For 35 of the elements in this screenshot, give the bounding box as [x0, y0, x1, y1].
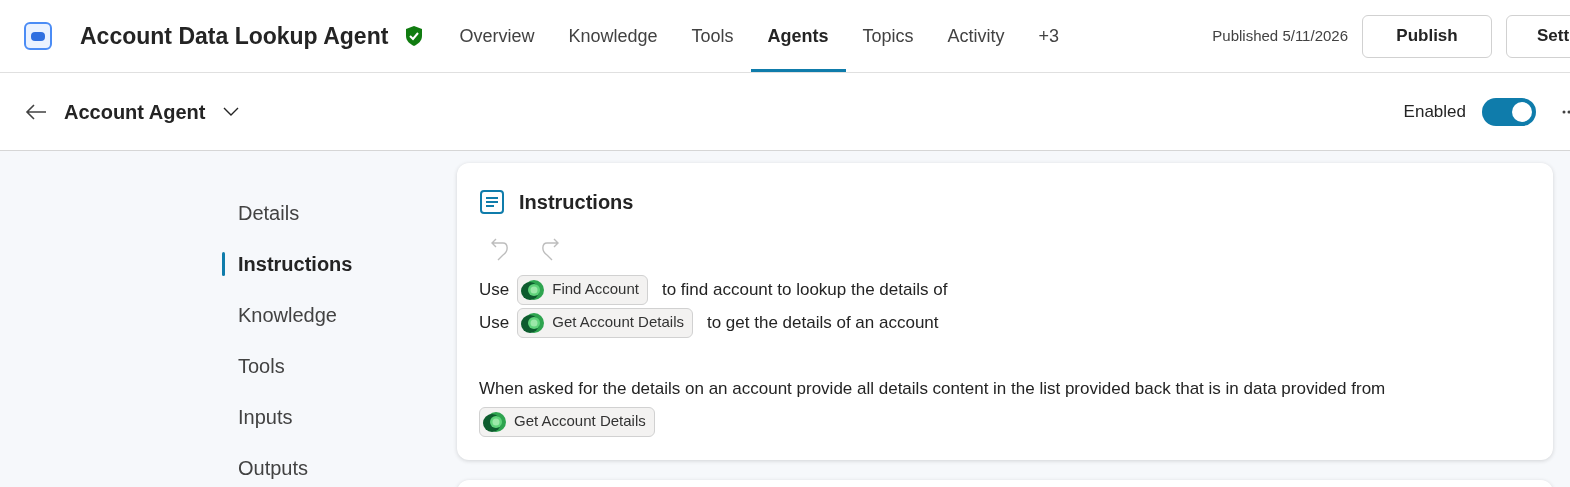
nav-tab[interactable]: Tools: [674, 0, 751, 72]
agent-title: Account Data Lookup Agent: [80, 21, 389, 51]
side-nav-item[interactable]: Knowledge: [238, 300, 337, 330]
side-nav-item[interactable]: Outputs: [238, 453, 309, 483]
app-logo-icon: [24, 22, 52, 50]
agent-name: Account Agent: [64, 99, 206, 125]
header-button[interactable]: Publish: [1362, 14, 1492, 58]
card-title: Instructions: [519, 190, 634, 215]
instruction-text: When asked for the details on an account provide all details content in the list provided back that is in data provided from: [479, 377, 1386, 400]
instruction-text: to find account to lookup the details of: [661, 278, 948, 301]
nav-tab[interactable]: Agents: [750, 0, 846, 72]
side-nav-item[interactable]: Details: [238, 198, 300, 228]
side-nav-item[interactable]: Tools: [238, 351, 285, 381]
tool-chip[interactable]: Get Account Details: [517, 307, 693, 338]
side-nav-item[interactable]: Inputs: [238, 402, 293, 432]
back-arrow-icon[interactable]: [24, 101, 48, 122]
chevron-down-icon[interactable]: [223, 106, 240, 117]
instruction-text: to get the details of an account: [706, 311, 939, 334]
tool-chip[interactable]: Get Account Details: [479, 406, 655, 437]
instruction-text: Use: [479, 311, 510, 334]
selected-indicator: [222, 252, 225, 276]
nav-tab[interactable]: +3: [1021, 0, 1077, 72]
document-icon: [479, 189, 505, 215]
nav-tab[interactable]: Overview: [442, 0, 552, 72]
published-date: Published 5/11/2026: [1212, 25, 1348, 46]
toggle-label: Enabled: [1403, 100, 1466, 123]
tool-chip[interactable]: Find Account: [517, 274, 648, 305]
instruction-text: Use: [479, 278, 510, 301]
side-nav-item[interactable]: Instructions: [238, 249, 353, 279]
nav-tab[interactable]: Knowledge: [551, 0, 675, 72]
nav-tab[interactable]: Activity: [930, 0, 1022, 72]
enabled-toggle[interactable]: [1482, 97, 1536, 126]
header-button[interactable]: Sett: [1506, 14, 1570, 58]
nav-tab[interactable]: Topics: [845, 0, 931, 72]
more-icon[interactable]: [1562, 109, 1570, 114]
